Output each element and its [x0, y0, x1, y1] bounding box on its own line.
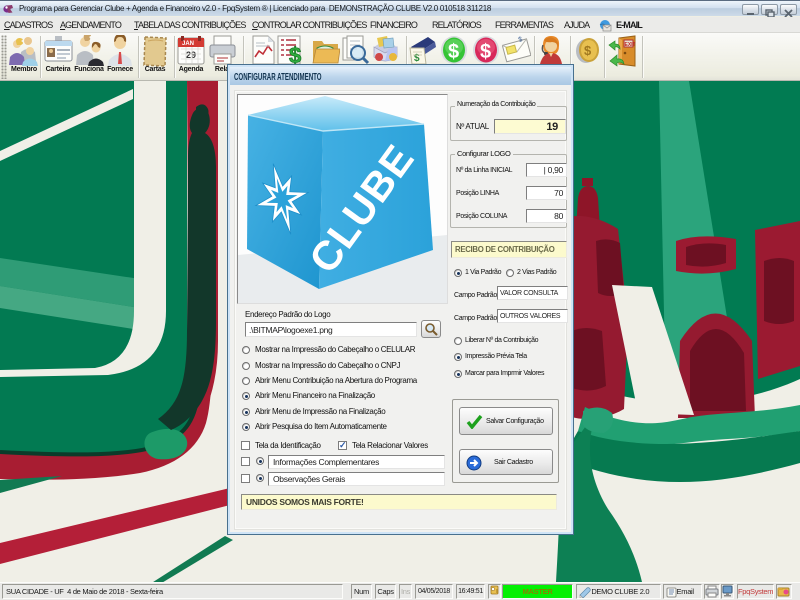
svg-text:$: $ — [289, 43, 301, 66]
svg-text:$: $ — [480, 41, 491, 63]
svg-text:EXIT: EXIT — [625, 42, 636, 48]
svg-text:JAN: JAN — [182, 41, 194, 47]
svg-text:29: 29 — [186, 50, 196, 60]
svg-text:$: $ — [448, 41, 459, 63]
svg-text:$: $ — [584, 43, 592, 58]
